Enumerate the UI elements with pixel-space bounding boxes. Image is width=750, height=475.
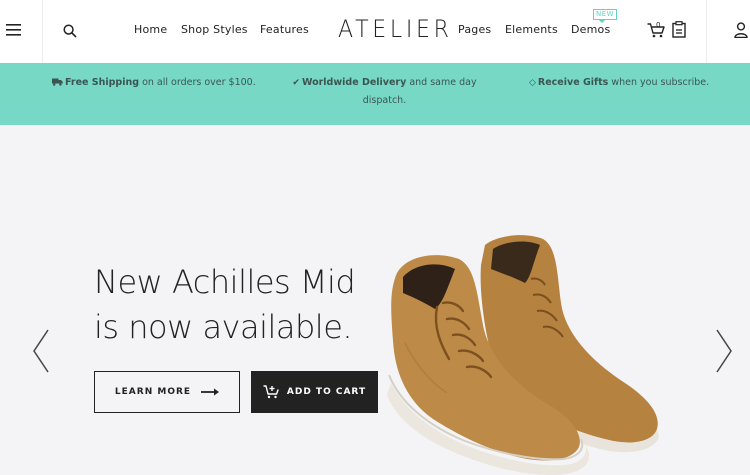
search-icon[interactable]	[63, 24, 77, 38]
promo-free-shipping: Free Shipping on all orders over $100.	[52, 74, 256, 92]
add-to-cart-label: ADD TO CART	[286, 387, 367, 397]
wishlist-icon[interactable]	[672, 21, 686, 38]
nav-pages[interactable]: Pages	[458, 23, 491, 36]
nav-demos[interactable]: Demos	[571, 23, 610, 36]
promo-gifts-text: when you subscribe.	[608, 77, 710, 88]
nav-elements[interactable]: Elements	[505, 23, 558, 36]
hero-headline: New Achilles Mid is now available.	[94, 260, 356, 350]
header-right-panel	[706, 0, 750, 63]
next-slide-arrow-icon[interactable]	[715, 329, 733, 373]
diamond-icon: ◇	[529, 78, 536, 88]
promo-free-shipping-bold: Free Shipping	[65, 77, 140, 88]
promo-free-shipping-text: on all orders over $100.	[139, 77, 256, 88]
user-icon[interactable]	[734, 22, 748, 38]
add-to-cart-button[interactable]: ADD TO CART	[251, 371, 378, 413]
checkmark-icon: ✔	[292, 78, 300, 88]
promo-worldwide-line2: dispatch.	[362, 95, 407, 106]
hamburger-menu-icon[interactable]	[6, 24, 21, 36]
promo-worldwide-delivery: ✔ Worldwide Delivery and same day dispatc…	[292, 74, 477, 110]
arrow-right-icon	[201, 388, 220, 396]
new-badge: NEW	[593, 9, 618, 23]
promo-bar: Free Shipping on all orders over $100. ✔…	[0, 63, 750, 125]
hero-headline-line2: is now available.	[94, 308, 353, 346]
previous-slide-arrow-icon[interactable]	[32, 329, 50, 373]
learn-more-button[interactable]: LEARN MORE	[94, 371, 240, 413]
cart-count: 0	[656, 21, 661, 29]
learn-more-label: LEARN MORE	[114, 387, 192, 397]
promo-worldwide-bold: Worldwide Delivery	[301, 77, 407, 88]
promo-receive-gifts: ◇ Receive Gifts when you subscribe.	[529, 74, 709, 92]
site-header: Home Shop Styles Features ATELIER Pages …	[0, 0, 750, 63]
truck-icon	[52, 78, 63, 86]
promo-worldwide-text: and same day	[406, 77, 477, 88]
product-image-sneakers	[387, 235, 659, 475]
nav-home[interactable]: Home	[134, 23, 167, 36]
site-logo[interactable]: ATELIER	[338, 15, 453, 43]
add-cart-icon	[263, 385, 279, 399]
header-left-panel	[0, 0, 43, 63]
nav-features[interactable]: Features	[260, 23, 309, 36]
hero-slider: New Achilles Mid is now available. LEARN…	[0, 125, 750, 475]
hero-headline-line1: New Achilles Mid	[94, 263, 356, 301]
promo-gifts-bold: Receive Gifts	[537, 77, 609, 88]
nav-shop-styles[interactable]: Shop Styles	[181, 23, 248, 36]
